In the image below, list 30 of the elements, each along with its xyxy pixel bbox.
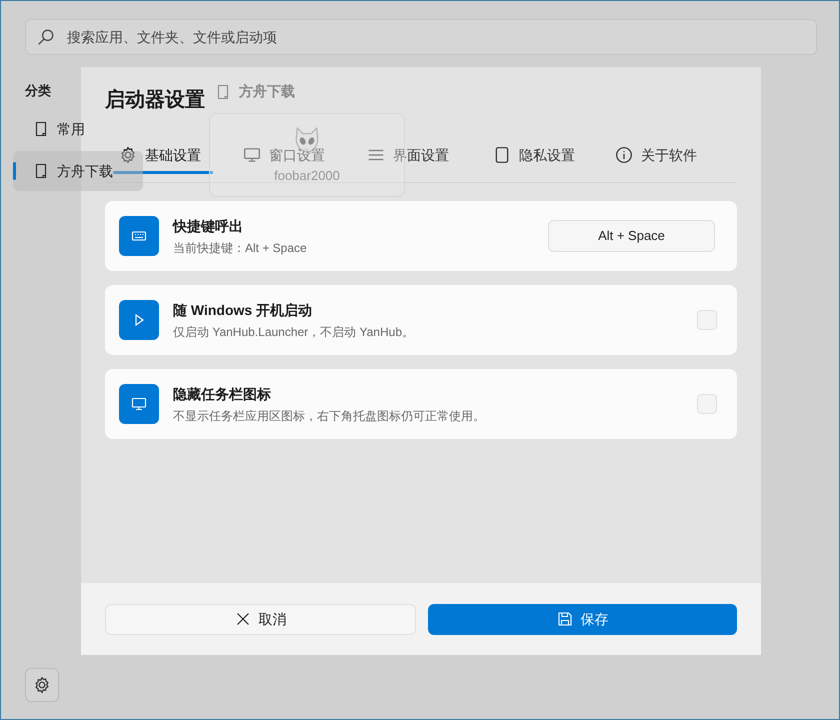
document-icon: [33, 120, 49, 138]
monitor-icon: [131, 396, 147, 412]
search-field[interactable]: 搜索应用、文件夹、文件或启动项: [25, 19, 817, 55]
setting-title: 快捷键呼出: [173, 216, 244, 236]
sidebar-heading: 分类: [25, 82, 51, 100]
setting-description: 当前快捷键：Alt + Space: [173, 240, 308, 256]
tab[interactable]: 隐私设置: [479, 139, 601, 171]
search-icon: [37, 28, 55, 46]
setting-title: 随 Windows 开机启动: [173, 300, 314, 320]
tablet-icon: [493, 146, 511, 164]
gear-icon: [33, 676, 51, 694]
drag-preview-label: 方舟下载: [215, 81, 295, 102]
document-icon: [215, 82, 231, 100]
sidebar-item[interactable]: 方舟下载: [13, 151, 143, 191]
settings-button[interactable]: [25, 668, 59, 702]
setting-description: 不显示任务栏应用区图标，右下角托盘图标仍可正常使用。: [173, 408, 486, 424]
shortcut-button[interactable]: Alt + Space: [548, 220, 715, 252]
selection-indicator: [13, 162, 16, 180]
document-icon: [33, 162, 49, 180]
setting-description: 仅启动 YanHub.Launcher，不启动 YanHub。: [173, 324, 415, 340]
info-icon: [615, 146, 633, 164]
monitor-icon: [243, 146, 261, 164]
save-button[interactable]: 保存: [428, 604, 737, 634]
tab[interactable]: 关于软件: [601, 139, 711, 171]
close-icon: [234, 611, 250, 627]
cancel-button[interactable]: 取消: [105, 604, 416, 634]
setting-title: 隐藏任务栏图标: [173, 384, 272, 404]
checkbox[interactable]: [697, 310, 717, 330]
gear-icon: [119, 146, 137, 164]
checkbox[interactable]: [697, 394, 717, 414]
